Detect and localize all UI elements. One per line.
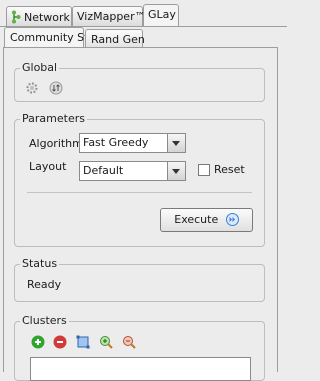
global-group: Global [14,61,265,102]
clusters-title: Clusters [20,314,69,327]
tab-network-label: Network [24,11,70,24]
tab-glay[interactable]: GLay [143,4,179,26]
gear-icon[interactable] [25,81,39,95]
chevron-down-icon [167,134,185,152]
status-value: Ready [27,278,62,291]
algorithm-select[interactable]: Fast Greedy [79,133,186,153]
clusters-group: Clusters [14,314,265,381]
algorithm-value: Fast Greedy [83,136,149,149]
reset-label: Reset [214,163,245,176]
layout-select[interactable]: Default [79,161,186,181]
play-icon [225,213,239,229]
execute-button[interactable]: Execute [160,208,253,232]
chevron-down-icon [167,162,185,180]
zoom-in-icon[interactable] [99,335,113,349]
layout-value: Default [83,164,124,177]
divider [27,192,252,193]
tab-glay-label: GLay [148,8,176,21]
global-title: Global [20,61,60,74]
reset-checkbox[interactable] [198,164,210,176]
status-title: Status [20,257,60,270]
execute-label: Execute [174,213,219,226]
tab-community-str-label: Community Str [10,31,93,44]
tab-vizmapper[interactable]: VizMapper™ [72,6,146,26]
select-icon[interactable] [76,335,90,349]
add-icon[interactable] [31,335,45,349]
algorithm-label: Algorithm [29,137,83,150]
remove-icon[interactable] [53,335,67,349]
parameters-title: Parameters [20,112,87,125]
clusters-list[interactable] [30,357,251,381]
layout-label: Layout [29,160,67,173]
tab-rand-gen-label: Rand Gen [91,33,145,46]
tab-community-str[interactable]: Community Str [4,27,93,48]
parameters-group: Parameters Algorithm Fast Greedy Layout … [14,112,265,247]
network-tree-icon [11,10,21,27]
tab-network[interactable]: Network [6,6,72,26]
tab-vizmapper-label: VizMapper™ [77,10,146,23]
zoom-out-icon[interactable] [122,335,136,349]
refresh-icon[interactable] [49,81,63,95]
tab-rand-gen[interactable]: Rand Gen [85,29,145,48]
status-group: Status Ready [14,257,265,302]
